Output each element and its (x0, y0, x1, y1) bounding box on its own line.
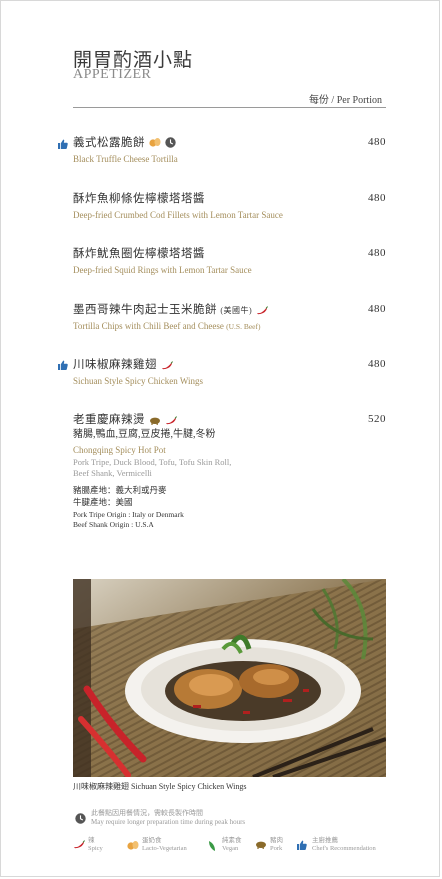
legend-label-en: Pork (270, 845, 283, 852)
legend-label-zh: 辣 (88, 837, 95, 844)
legend-label-zh: 主廚推薦 (312, 837, 338, 844)
item-name-en: Sichuan Style Spicy Chicken Wings (73, 376, 203, 386)
item-ingredients-en: Beef Shank, Vermicelli (73, 468, 152, 478)
legend-label-zh: 蛋奶食 (142, 837, 162, 844)
origin-note-zh: 牛腱產地：美國 (73, 497, 133, 507)
chef-recommendation-icon (58, 139, 68, 149)
lacto-vegetarian-icon (149, 138, 161, 147)
item-name-zh: 墨西哥辣牛肉起士玉米脆餅 (美國牛) (73, 303, 386, 318)
item-price: 480 (368, 192, 386, 204)
chef-recommendation-icon (58, 360, 68, 370)
section-title-en: APPETIZER (73, 67, 152, 82)
item-name-zh: 酥炸魚柳條佐檸檬塔塔醬 (73, 193, 205, 205)
menu-item: 墨西哥辣牛肉起士玉米脆餅 (美國牛) Tortilla Chips with C… (73, 303, 386, 333)
item-name-zh: 酥炸魷魚圈佐檸檬塔塔醬 (73, 248, 205, 260)
clock-icon (165, 137, 176, 148)
item-price: 480 (368, 358, 386, 370)
vegan-icon (209, 841, 215, 851)
item-origin-note-en: (U.S. Beef) (226, 322, 261, 331)
item-name-en: Deep-fried Squid Rings with Lemon Tartar… (73, 265, 252, 275)
item-price: 480 (368, 136, 386, 148)
pork-icon (150, 417, 160, 425)
legend-label-en: Chef's Recommendation (312, 845, 376, 852)
note-text-zh: 此餐點因用餐情況，需較長製作時間 (91, 809, 203, 817)
item-name-zh: 川味椒麻辣雞翅 (73, 358, 386, 373)
item-name-en: Chongqing Spicy Hot Pot (73, 445, 166, 455)
menu-item: 老重慶麻辣燙 豬腸,鴨血,豆腐,豆皮捲,牛腱,冬粉 Chongqing Spic… (73, 413, 386, 530)
item-name-zh: 老重慶麻辣燙 (73, 413, 386, 428)
pork-icon (256, 841, 266, 849)
menu-item: 義式松露脆餅 Black Truffle Cheese Tortilla 480 (73, 136, 386, 166)
chef-recommendation-icon (297, 840, 307, 850)
lacto-vegetarian-icon (127, 841, 139, 850)
spicy-icon (162, 361, 173, 370)
menu-item: 酥炸魚柳條佐檸檬塔塔醬 Deep-fried Crumbed Cod Fille… (73, 192, 386, 222)
clock-icon (75, 813, 86, 824)
spicy-icon (257, 306, 269, 315)
item-price: 520 (368, 413, 386, 425)
photo-caption: 川味椒麻辣雞翅 Sichuan Style Spicy Chicken Wing… (73, 782, 247, 791)
per-portion-label: 每份 / Per Portion (308, 95, 382, 106)
menu-item: 酥炸魷魚圈佐檸檬塔塔醬 Deep-fried Squid Rings with … (73, 247, 386, 277)
item-ingredients-zh: 豬腸,鴨血,豆腐,豆皮捲,牛腱,冬粉 (73, 429, 216, 440)
legend-label-en: Lacto-Vegetarian (142, 845, 187, 852)
legend-label-zh: 純素食 (222, 837, 242, 844)
item-name-en: Deep-fried Crumbed Cod Fillets with Lemo… (73, 210, 283, 220)
item-origin-note-zh: (美國牛) (220, 306, 253, 315)
item-name-en: Tortilla Chips with Chili Beef and Chees… (73, 321, 261, 331)
origin-note-zh: 豬腸產地：義大利或丹麥 (73, 485, 167, 495)
dish-photo (73, 579, 386, 777)
spicy-icon (166, 416, 177, 425)
legend-label-en: Vegan (222, 845, 239, 852)
origin-note-en: Beef Shank Origin : U.S.A (73, 520, 154, 529)
item-name-en: Black Truffle Cheese Tortilla (73, 154, 178, 164)
preparation-note: 此餐點因用餐情況，需較長製作時間 May require longer prep… (75, 809, 245, 829)
note-text-en: May require longer preparation time duri… (91, 818, 246, 826)
menu-page: 開胃酌酒小點 APPETIZER 每份 / Per Portion 義式松露脆餅… (0, 0, 440, 877)
item-ingredients-en: Pork Tripe, Duck Blood, Tofu, Tofu Skin … (73, 457, 232, 467)
legend-label-zh: 豬肉 (270, 837, 283, 844)
legend-label-en: Spicy (88, 845, 103, 852)
spicy-icon (74, 840, 85, 849)
icon-legend: 辣 Spicy 蛋奶食 Lacto-Vegetarian 純素食 Vegan 豬肉 Po… (73, 837, 393, 857)
menu-item: 川味椒麻辣雞翅 Sichuan Style Spicy Chicken Wing… (73, 358, 386, 388)
item-price: 480 (368, 247, 386, 259)
header-divider (73, 107, 386, 108)
origin-note-en: Pork Tripe Origin : Italy or Denmark (73, 510, 184, 519)
item-price: 480 (368, 303, 386, 315)
item-name-zh: 義式松露脆餅 (73, 136, 386, 151)
